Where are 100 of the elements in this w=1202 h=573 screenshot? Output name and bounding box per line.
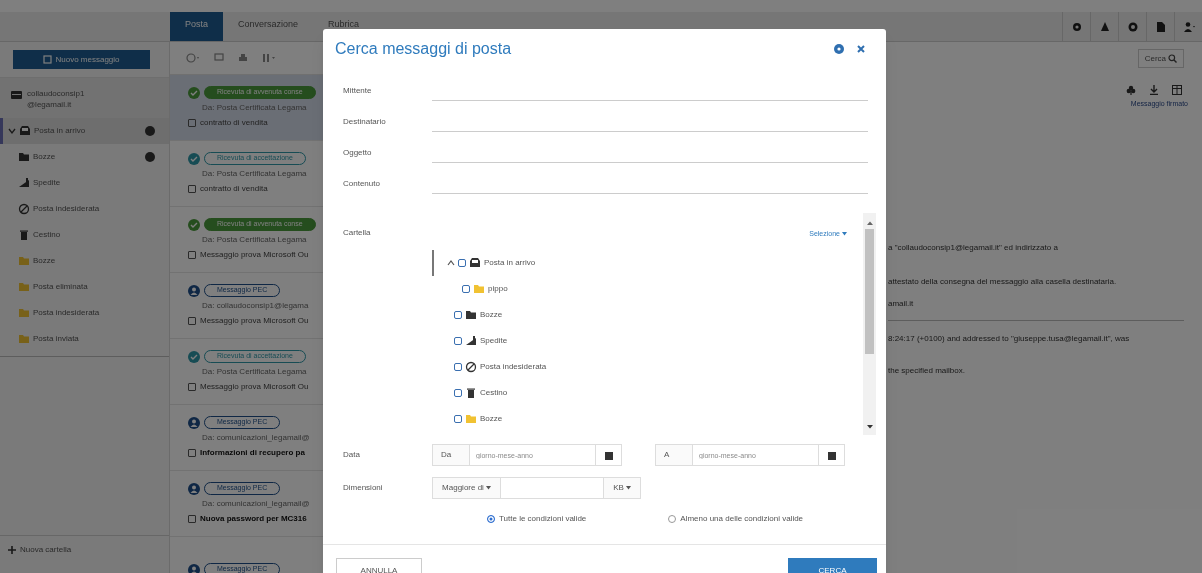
tree-item[interactable]: Cestino [432, 379, 863, 406]
tree-item[interactable]: Spedite [432, 327, 863, 354]
mailbox-icon [11, 90, 22, 99]
check-icon [188, 218, 200, 231]
search-button[interactable]: Cerca [1137, 49, 1184, 68]
folder-label: Bozze [33, 151, 57, 163]
checkbox[interactable] [188, 184, 196, 193]
trash-icon [18, 229, 30, 241]
plus-icon [8, 545, 16, 554]
checkbox[interactable] [458, 258, 466, 267]
cancel-button[interactable]: ANNULLA [336, 558, 422, 573]
folder-icon [18, 307, 30, 319]
tree-item[interactable]: Bozze [432, 301, 863, 328]
body-text: attestato della consegna del messaggio alla casella destinataria. [888, 275, 1118, 288]
tree-item[interactable]: Posta indesiderata [432, 353, 863, 380]
checkbox[interactable] [454, 388, 462, 397]
calendar-icon [604, 450, 613, 460]
gear-icon [1070, 20, 1083, 33]
blocked-icon [465, 360, 477, 373]
sender-text: Da: Posta Certificata Legama [201, 233, 308, 246]
folder-item[interactable]: Posta indesiderata [0, 196, 169, 222]
operator-dropdown[interactable]: Maggiore di [433, 478, 501, 498]
sender-text: Da: comunicazioni_legamail@ [201, 431, 311, 444]
tab[interactable]: Rubrica [313, 12, 375, 41]
folder-item[interactable]: Bozze [0, 144, 169, 170]
folder-item[interactable]: Posta inviata [0, 326, 169, 352]
folder-icon [465, 308, 477, 321]
print-icon [238, 53, 248, 63]
folder-label: Posta eliminata [33, 281, 89, 293]
folder-item[interactable]: Bozze [0, 248, 169, 274]
subject-text: Informazioni di recupero pa [200, 446, 305, 459]
checkbox[interactable] [188, 118, 196, 127]
search-button[interactable]: CERCA [788, 558, 877, 573]
folder-item[interactable]: Cestino [0, 222, 169, 248]
select-caret-icon [186, 53, 200, 63]
field-label: Mittente [343, 85, 373, 97]
dialog-title: Cerca messaggi di posta [335, 39, 513, 59]
inbox-icon [19, 125, 31, 137]
user-icon [188, 563, 200, 573]
body-text: amail.it [888, 297, 915, 310]
blocked-icon [18, 203, 30, 215]
help-button[interactable] [832, 42, 846, 56]
tab[interactable]: Posta [170, 12, 223, 41]
calendar-button[interactable] [818, 444, 845, 466]
tree-label: Cestino [480, 386, 508, 399]
subject-text: Messaggio prova Microsoft Ou [200, 314, 309, 327]
addon-label: A [655, 444, 693, 466]
checkbox[interactable] [462, 284, 470, 293]
checkbox[interactable] [188, 382, 196, 391]
subject-text: Messaggio prova Microsoft Ou [200, 248, 309, 261]
calendar-button[interactable] [595, 444, 622, 466]
checkbox[interactable] [454, 414, 462, 423]
tree-label: Spedite [480, 334, 508, 347]
checkbox[interactable] [188, 514, 196, 523]
signal-bars-icon [465, 334, 477, 347]
trash-icon [465, 386, 477, 399]
unit-dropdown[interactable]: KB [603, 478, 640, 498]
calendar-icon [827, 450, 836, 460]
search-icon [1168, 54, 1177, 63]
new-message-button[interactable]: Nuovo messaggio [13, 50, 150, 69]
subject-text: Messaggio prova Microsoft Ou [200, 380, 309, 393]
radio-button[interactable] [487, 515, 495, 523]
caret-down-icon [485, 486, 491, 490]
subject-text: Nuova password per MC316 [200, 512, 307, 525]
inbox-icon [469, 256, 481, 269]
scrollbar-thumb[interactable] [865, 229, 874, 354]
folder-label: Bozze [33, 255, 57, 267]
scrollbar[interactable] [863, 213, 876, 435]
checkbox[interactable] [454, 362, 462, 371]
body-text: 8:24:17 (+0100) and addressed to "giuseppe.tusa@legamail.it", was [888, 332, 1131, 345]
checkbox[interactable] [188, 448, 196, 457]
field-label: Destinatario [343, 116, 387, 128]
tree-item[interactable]: pippo [432, 275, 863, 302]
folder-label: Cestino [33, 229, 62, 241]
arrow-up-icon [866, 221, 873, 226]
folder-item[interactable]: Spedite [0, 170, 169, 196]
subject-text: contratto di vendita [200, 182, 268, 195]
help-icon [1126, 20, 1139, 33]
tree-label: pippo [488, 282, 508, 295]
folder-item[interactable]: Posta eliminata [0, 274, 169, 300]
bell-icon [1098, 20, 1111, 33]
checkbox[interactable] [188, 316, 196, 325]
radio-button[interactable] [668, 515, 677, 523]
folder-icon [473, 282, 485, 295]
arrow-down-icon [866, 424, 873, 429]
tab[interactable]: Conversazione [223, 12, 314, 41]
checkbox[interactable] [454, 310, 462, 319]
checkbox[interactable] [188, 250, 196, 259]
new-folder-link[interactable]: Nuova cartella [20, 543, 72, 556]
folder-item[interactable]: Posta indesiderata [0, 300, 169, 326]
caret-down-icon [625, 486, 631, 490]
folder-label: Posta indesiderata [33, 203, 101, 215]
tree-item[interactable]: Bozze [432, 405, 863, 432]
chevron-down-icon [8, 127, 16, 135]
checkbox[interactable] [454, 336, 462, 345]
folder-icon [18, 255, 30, 267]
document-icon [1154, 20, 1167, 33]
field-label: Contenuto [343, 178, 381, 190]
folder-icon [18, 333, 30, 345]
club-icon [1126, 85, 1136, 95]
